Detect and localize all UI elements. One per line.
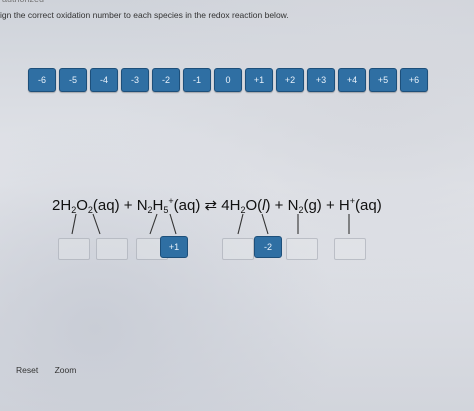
tile-zero[interactable]: 0: [214, 68, 242, 92]
tile-plus-4[interactable]: +4: [338, 68, 366, 92]
n2h5-n: N: [136, 197, 148, 214]
oxidation-number-tiles: -6 -5 -4 -3 -2 -1 0 +1 +2 +3 +4 +5 +6: [28, 68, 448, 92]
tile-minus-2[interactable]: -2: [152, 68, 180, 92]
drop-zone-h-in-h2o2[interactable]: [58, 238, 90, 260]
drop-zone-h-in-h2o[interactable]: [222, 238, 254, 260]
plus-sign: +: [270, 197, 288, 214]
h2o-o: O(: [245, 197, 263, 214]
zoom-button[interactable]: Zoom: [55, 365, 77, 375]
n2h5-sub-h: 5: [163, 205, 169, 215]
status-text: authorized: [2, 0, 44, 4]
connector-line: [237, 213, 244, 235]
h2o-h: 4H: [221, 197, 241, 214]
h2o2-o: O: [76, 197, 88, 214]
hplus-h: H: [338, 197, 350, 214]
n2h5-h: H: [152, 197, 164, 214]
tile-minus-6[interactable]: -6: [28, 68, 56, 92]
placed-tile-n-in-n2h5[interactable]: +1: [160, 236, 188, 258]
connector-line: [92, 213, 101, 235]
footer-controls: Reset Zoom: [16, 365, 90, 375]
n2-n: N: [287, 197, 299, 214]
plus-sign: +: [119, 197, 137, 214]
plus-sign: +: [321, 197, 339, 214]
instruction-text: ign the correct oxidation number to each…: [0, 10, 289, 20]
drop-zone-o-in-h2o2[interactable]: [96, 238, 128, 260]
h2o2-h: 2H: [52, 197, 72, 214]
placed-tile-o-in-h2o[interactable]: -2: [254, 236, 282, 258]
h2o2-state: (aq): [92, 197, 120, 214]
n2h5-state: (aq): [173, 197, 201, 214]
tile-minus-4[interactable]: -4: [90, 68, 118, 92]
connector-line: [71, 213, 77, 235]
drop-zone-h-in-hplus[interactable]: [334, 238, 366, 260]
redox-equation: 2H2O2(aq) + N2H5+(aq) ⇄ 4H2O(l) + N2(g) …: [52, 196, 412, 215]
tile-plus-6[interactable]: +6: [400, 68, 428, 92]
tile-plus-2[interactable]: +2: [276, 68, 304, 92]
connector-line: [169, 213, 177, 235]
tile-minus-5[interactable]: -5: [59, 68, 87, 92]
tile-plus-3[interactable]: +3: [307, 68, 335, 92]
connector-line: [149, 213, 158, 235]
n2-state: (g): [303, 197, 322, 214]
status-strip: authorized: [0, 0, 474, 8]
equilibrium-arrow: ⇄: [200, 197, 222, 214]
drop-zone-n-in-n2[interactable]: [286, 238, 318, 260]
tile-minus-1[interactable]: -1: [183, 68, 211, 92]
reset-button[interactable]: Reset: [16, 365, 38, 375]
tile-minus-3[interactable]: -3: [121, 68, 149, 92]
connector-line: [261, 213, 269, 235]
tile-plus-1[interactable]: +1: [245, 68, 273, 92]
tile-plus-5[interactable]: +5: [369, 68, 397, 92]
hplus-state: (aq): [355, 197, 382, 214]
